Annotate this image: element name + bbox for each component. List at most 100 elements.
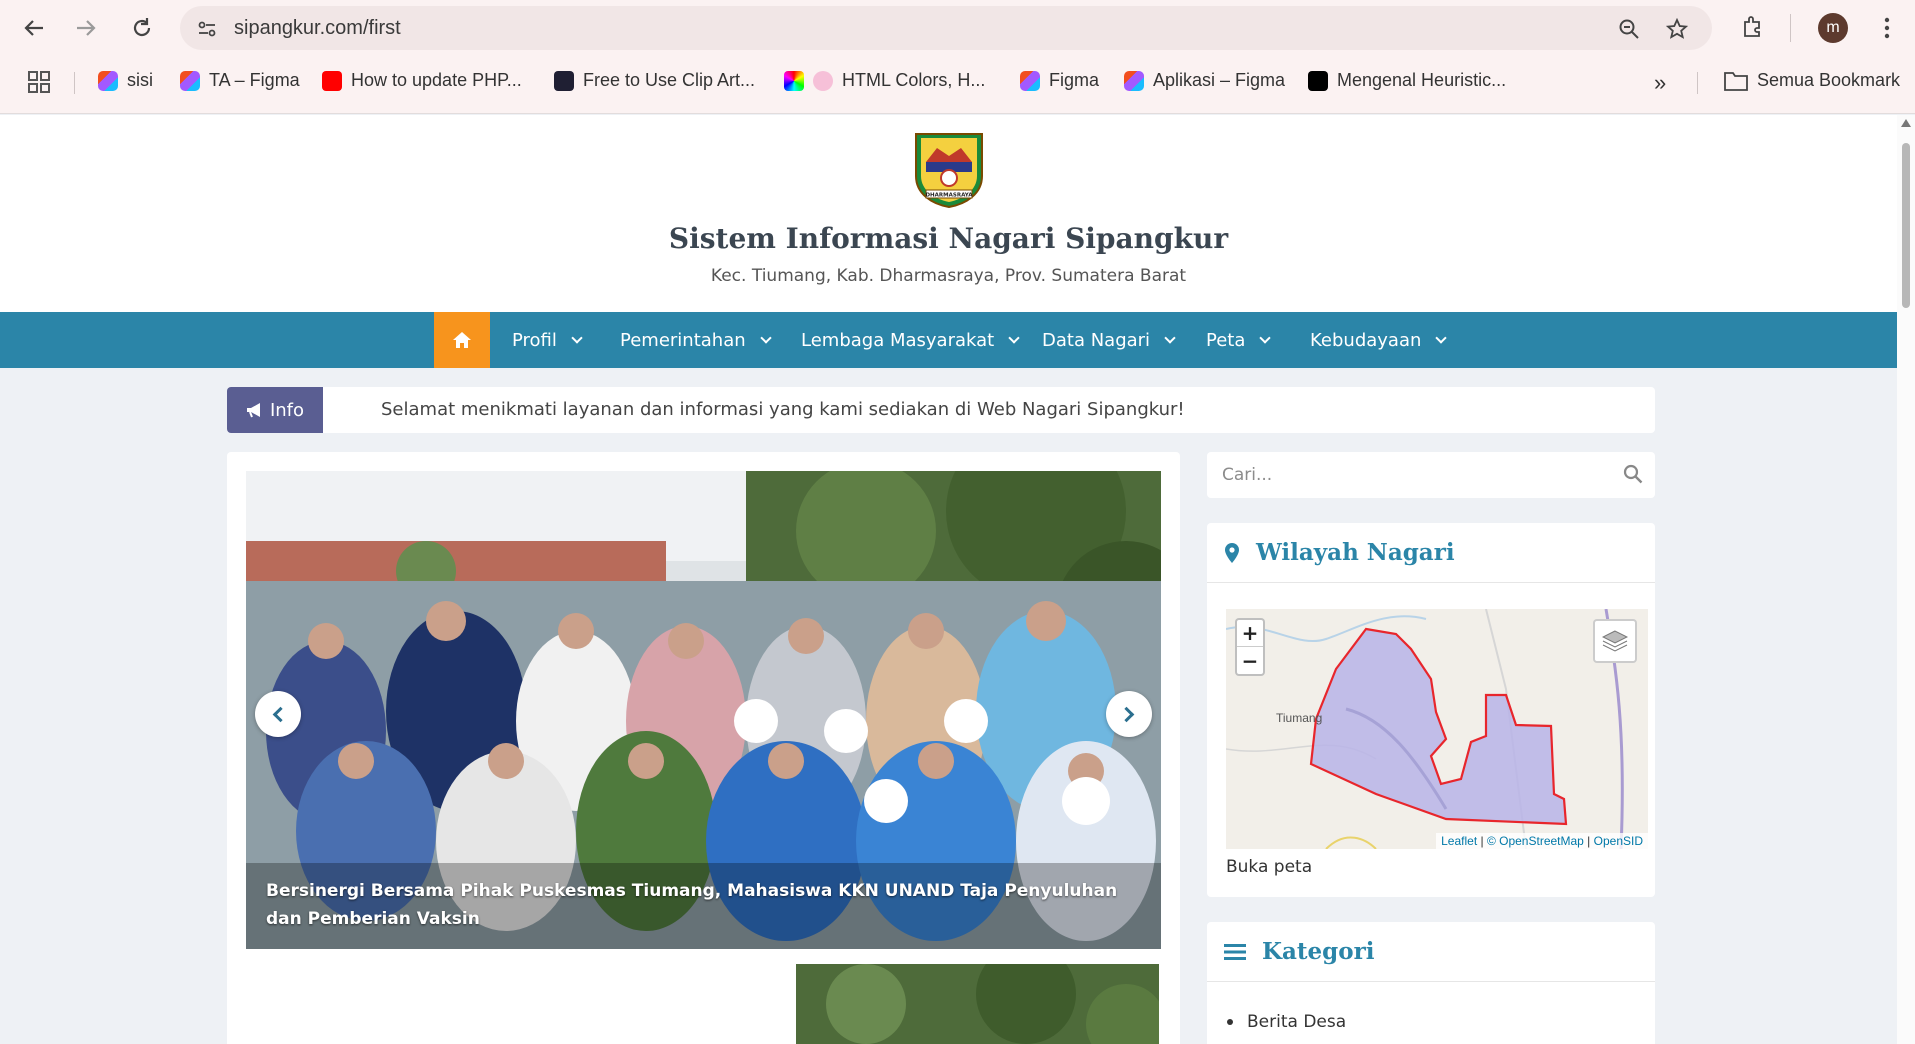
back-icon[interactable] (18, 12, 50, 44)
news-thumbnail[interactable] (246, 964, 1159, 1044)
wilayah-map[interactable]: Tiumang + − Leaflet | © OpenStreetMap | … (1226, 609, 1648, 849)
bookmark-label: Free to Use Clip Art... (583, 70, 756, 90)
toolbar-divider (1790, 14, 1791, 42)
news-slider[interactable]: Bersinergi Bersama Pihak Puskesmas Tiuma… (246, 471, 1161, 949)
site-info-icon[interactable] (194, 16, 220, 42)
osm-link[interactable]: © OpenStreetMap (1487, 834, 1584, 848)
all-bookmarks-button[interactable]: Semua Bookmark (1724, 70, 1900, 91)
zoom-icon[interactable] (1616, 16, 1642, 42)
url-text[interactable]: sipangkur.com/first (234, 17, 401, 40)
slide-caption[interactable]: Bersinergi Bersama Pihak Puskesmas Tiuma… (266, 877, 1146, 933)
slide-caption-overlay: Bersinergi Bersama Pihak Puskesmas Tiuma… (246, 863, 1161, 949)
all-bookmarks-label: Semua Bookmark (1757, 70, 1901, 90)
map-layers-button[interactable] (1593, 619, 1637, 663)
kategori-title: Kategori (1262, 938, 1375, 965)
chevron-down-icon (1435, 331, 1448, 344)
menu-label: Peta (1206, 329, 1246, 351)
reload-icon[interactable] (126, 12, 158, 44)
flower-icon (813, 70, 833, 91)
map-attribution: Leaflet | © OpenStreetMap | OpenSID (1436, 833, 1648, 849)
bookmark-item[interactable]: Mengenal Heuristic... (1308, 70, 1506, 91)
chevron-left-icon (272, 706, 289, 722)
address-bar[interactable]: sipangkur.com/first (180, 6, 1712, 50)
menu-label: Profil (512, 329, 557, 351)
forward-icon[interactable] (70, 12, 102, 44)
chevron-down-icon (571, 331, 583, 344)
menu-data-nagari[interactable]: Data Nagari (1042, 312, 1176, 368)
menu-kebudayaan[interactable]: Kebudayaan (1310, 312, 1448, 368)
open-map-link[interactable]: Buka peta (1226, 857, 1312, 877)
bookmark-star-icon[interactable] (1664, 16, 1690, 42)
site-header: DHARMASRAYA Sistem Informasi Nagari Sipa… (0, 115, 1897, 312)
scroll-thumb[interactable] (1902, 143, 1910, 308)
kategori-item[interactable]: Berita Desa (1227, 1012, 1346, 1032)
bookmark-label: TA – Figma (209, 70, 300, 90)
page-scrollbar[interactable] (1897, 115, 1915, 1044)
bookmark-item[interactable]: TA – Figma (180, 70, 300, 91)
chevron-down-icon (1008, 331, 1020, 344)
menu-kebab-icon[interactable] (1874, 15, 1900, 41)
web-page: DHARMASRAYA Sistem Informasi Nagari Sipa… (0, 115, 1897, 1044)
menu-pemerintahan[interactable]: Pemerintahan (620, 312, 772, 368)
info-text: Selamat menikmati layanan dan informasi … (381, 399, 1185, 420)
more-bookmarks-icon[interactable]: » (1654, 70, 1666, 96)
search-icon[interactable] (1623, 464, 1643, 484)
menu-label: Kebudayaan (1310, 329, 1422, 351)
list-icon (1224, 943, 1246, 960)
slider-next-button[interactable] (1106, 691, 1152, 737)
youtube-icon (322, 70, 342, 91)
scroll-up-icon[interactable] (1901, 119, 1911, 127)
bookmark-label: HTML Colors, H... (842, 70, 986, 90)
slider-prev-button[interactable] (255, 691, 301, 737)
bookmark-label: sisi (127, 70, 153, 90)
site-title[interactable]: Sistem Informasi Nagari Sipangkur (0, 222, 1897, 255)
search-input[interactable] (1207, 452, 1607, 498)
zoom-out-button[interactable]: − (1237, 647, 1263, 674)
bookmark-item[interactable]: How to update PHP... (322, 70, 522, 91)
map-zoom-control: + − (1235, 618, 1265, 676)
opensid-link[interactable]: OpenSID (1594, 834, 1643, 848)
menu-profil[interactable]: Profil (512, 312, 583, 368)
extensions-icon[interactable] (1740, 13, 1766, 39)
profile-avatar[interactable]: m (1818, 13, 1848, 43)
site-subtitle: Kec. Tiumang, Kab. Dharmasraya, Prov. Su… (710, 266, 1187, 286)
site-logo[interactable]: DHARMASRAYA (912, 132, 986, 209)
bookmarks-bar: sisi TA – Figma How to update PHP... Fre… (0, 62, 1915, 102)
menu-peta[interactable]: Peta (1206, 312, 1272, 368)
kategori-header: Kategori (1207, 922, 1655, 982)
bookmark-item[interactable]: Free to Use Clip Art... (554, 70, 755, 91)
bookmark-item[interactable]: sisi (98, 70, 153, 91)
wilayah-header: Wilayah Nagari (1207, 523, 1655, 583)
bookmark-label: Aplikasi – Figma (1153, 70, 1286, 90)
chevron-down-icon (1259, 331, 1272, 344)
bullet-icon (1227, 1019, 1233, 1025)
map-tiles (1226, 609, 1648, 849)
site-icon (554, 70, 574, 91)
zoom-in-button[interactable]: + (1237, 620, 1263, 647)
bookmark-label: Figma (1049, 70, 1100, 90)
menu-label: Lembaga Masyarakat (801, 329, 995, 351)
bookmark-item[interactable]: Figma (1020, 70, 1099, 91)
wilayah-title: Wilayah Nagari (1256, 539, 1455, 566)
leaflet-link[interactable]: Leaflet (1441, 834, 1477, 848)
home-button[interactable] (434, 312, 490, 368)
bookmark-item[interactable]: HTML Colors, H... (784, 70, 985, 91)
chevron-down-icon (759, 331, 772, 344)
info-ticker: Info Selamat menikmati layanan dan infor… (227, 387, 1655, 433)
info-badge-label: Info (269, 399, 305, 421)
main-menu: Profil Pemerintahan Lembaga Masyarakat D… (0, 312, 1897, 368)
bookmarks-divider (74, 72, 75, 94)
search-box (1207, 452, 1655, 498)
folder-icon (1724, 71, 1748, 91)
figma-icon (98, 70, 118, 91)
menu-lembaga-masyarakat[interactable]: Lembaga Masyarakat (801, 312, 1020, 368)
map-place-label: Tiumang (1276, 711, 1323, 725)
megaphone-icon (246, 403, 260, 418)
bookmark-label: How to update PHP... (351, 70, 522, 90)
layers-icon (1602, 630, 1628, 652)
bookmark-item[interactable]: Aplikasi – Figma (1124, 70, 1285, 91)
bookmark-label: Mengenal Heuristic... (1337, 70, 1507, 90)
figma-icon (1020, 70, 1040, 91)
apps-grid-icon[interactable] (28, 71, 50, 93)
home-icon (453, 332, 471, 348)
